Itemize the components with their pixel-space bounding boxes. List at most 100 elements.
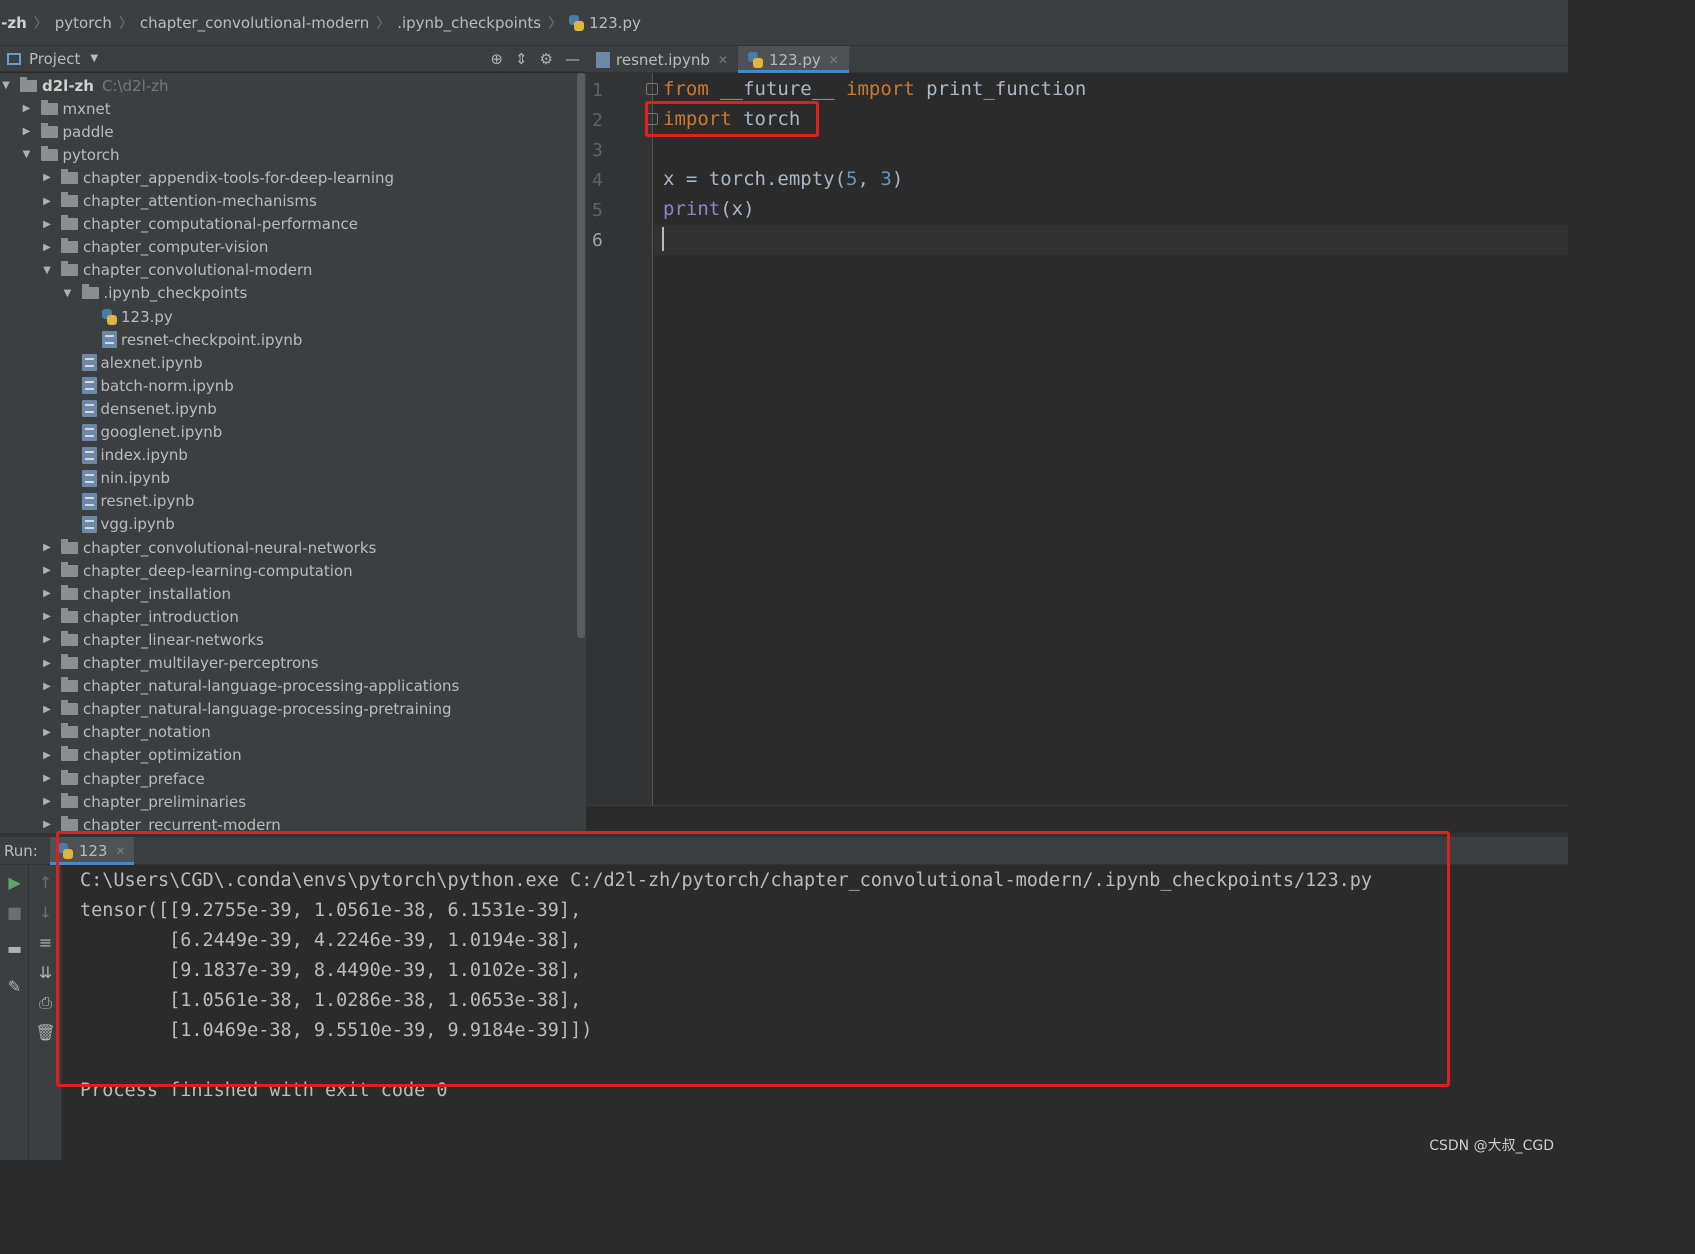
tree-folder[interactable]: ▶ mxnet	[21, 97, 111, 120]
close-icon[interactable]: ✕	[718, 53, 728, 67]
tree-folder[interactable]: ▶ chapter_optimization	[41, 744, 242, 767]
tree-file[interactable]: vgg.ipynb	[62, 513, 175, 536]
tree-folder[interactable]: ▶ chapter_natural-language-processing-pre…	[41, 698, 451, 721]
notebook-file-icon	[81, 400, 97, 418]
tab-123-py[interactable]: 123.py ✕	[737, 46, 849, 73]
tree-folder[interactable]: ▶ chapter_notation	[41, 721, 211, 744]
breadcrumb-item[interactable]: pytorch	[55, 14, 112, 32]
close-icon[interactable]: ✕	[829, 53, 839, 67]
tree-item-label: chapter_preliminaries	[83, 792, 247, 811]
expand-arrow-right-icon[interactable]: ▶	[41, 773, 53, 784]
tree-scrollbar[interactable]	[576, 73, 586, 833]
tree-item-label: chapter_convolutional-modern	[83, 261, 313, 280]
project-view-selector[interactable]: Project	[29, 50, 80, 68]
expand-arrow-right-icon[interactable]: ▶	[41, 634, 53, 645]
tree-folder[interactable]: ▶ chapter_natural-language-processing-app…	[41, 675, 459, 698]
python-file-icon	[102, 308, 117, 325]
tree-folder[interactable]: ▶ chapter_introduction	[41, 605, 239, 628]
tree-file[interactable]: resnet.ipynb	[62, 490, 194, 513]
notebook-file-icon	[81, 469, 97, 487]
tree-item-label: chapter_attention-mechanisms	[83, 192, 317, 210]
expand-arrow-down-icon[interactable]: ▼	[21, 149, 33, 160]
expand-arrow-down-icon[interactable]: ▼	[41, 265, 53, 276]
expand-arrow-right-icon[interactable]: ▶	[41, 658, 53, 669]
expand-arrow-down-icon[interactable]: ▼	[62, 288, 74, 299]
folder-icon	[61, 700, 78, 716]
tree-folder[interactable]: ▶ chapter_deep-learning-computation	[41, 559, 353, 582]
stop-icon[interactable]: ■	[0, 903, 29, 922]
tab-label: 123.py	[768, 50, 821, 69]
expand-arrow-right-icon[interactable]: ▶	[41, 727, 53, 738]
expand-arrow-right-icon[interactable]: ▶	[41, 704, 53, 715]
keyword: import	[846, 78, 915, 100]
tree-folder[interactable]: ▶ chapter_preliminaries	[41, 790, 246, 813]
folder-icon	[61, 168, 78, 184]
tree-item-label: mxnet	[62, 99, 111, 118]
expand-arrow-right-icon[interactable]: ▶	[41, 242, 53, 253]
hide-panel-icon[interactable]: —	[565, 50, 580, 68]
project-tree: ▼ d2l-zh C:\d2l-zh ▶ mxnet ▶ paddle ▼ pytorch ▶ ch…	[0, 73, 576, 833]
expand-arrow-right-icon[interactable]: ▶	[41, 681, 53, 692]
expand-arrow-right-icon[interactable]: ▶	[41, 588, 53, 599]
tree-file[interactable]: resnet-checkpoint.ipynb	[82, 328, 302, 351]
collapse-all-icon[interactable]: ⇕	[515, 50, 528, 68]
breadcrumb-item[interactable]: l-zh	[0, 14, 27, 32]
expand-arrow-right-icon[interactable]: ▶	[21, 103, 33, 114]
tree-folder[interactable]: ▼ pytorch	[21, 143, 120, 166]
caret-down-icon[interactable]: ▼	[90, 53, 98, 64]
tree-file[interactable]: batch-norm.ipynb	[62, 374, 234, 397]
tree-folder[interactable]: ▶ paddle	[21, 120, 114, 143]
breadcrumb-item-current[interactable]: 123.py	[569, 14, 641, 32]
tree-folder[interactable]: ▶ chapter_linear-networks	[41, 628, 264, 651]
tree-item-label: googlenet.ipynb	[100, 423, 223, 441]
tree-folder[interactable]: ▶ chapter_computational-performance	[41, 213, 358, 236]
expand-arrow-right-icon[interactable]: ▶	[41, 750, 53, 761]
expand-arrow-right-icon[interactable]: ▶	[41, 819, 53, 830]
folder-icon	[61, 815, 78, 831]
tree-folder[interactable]: ▶ chapter_multilayer-perceptrons	[41, 652, 318, 675]
chevron-right-icon: 〉	[376, 15, 391, 32]
gear-icon[interactable]: ⚙	[540, 50, 553, 68]
tree-folder[interactable]: ▶ chapter_computer-vision	[41, 236, 268, 259]
pin-icon[interactable]: ✎	[0, 977, 29, 996]
breadcrumb-item[interactable]: .ipynb_checkpoints	[397, 14, 541, 32]
notebook-file-icon	[81, 446, 97, 464]
expand-arrow-right-icon[interactable]: ▶	[41, 565, 53, 576]
code-line-1: from __future__ import print_function	[663, 78, 1086, 100]
tree-folder[interactable]: ▶ chapter_convolutional-neural-networks	[41, 536, 376, 559]
breadcrumb-item[interactable]: chapter_convolutional-modern	[140, 14, 369, 32]
tree-folder[interactable]: ▶ chapter_preface	[41, 767, 205, 790]
locate-icon[interactable]: ⊕	[490, 50, 503, 68]
expand-arrow-down-icon[interactable]: ▼	[0, 80, 12, 91]
tree-folder[interactable]: ▼ .ipynb_checkpoints	[62, 282, 247, 305]
expand-arrow-right-icon[interactable]: ▶	[21, 126, 33, 137]
annotation-highlight-box	[56, 831, 1450, 1087]
tree-folder[interactable]: ▶ chapter_attention-mechanisms	[41, 190, 317, 213]
tree-item-label: chapter_optimization	[83, 746, 242, 765]
expand-arrow-right-icon[interactable]: ▶	[41, 542, 53, 553]
tree-file[interactable]: index.ipynb	[62, 444, 188, 467]
tree-folder[interactable]: ▶ chapter_appendix-tools-for-deep-learnin…	[41, 166, 394, 189]
expand-arrow-right-icon[interactable]: ▶	[41, 796, 53, 807]
rerun-icon[interactable]: ▶	[0, 873, 29, 892]
tree-file[interactable]: nin.ipynb	[62, 467, 170, 490]
folder-icon	[61, 538, 78, 554]
current-line-highlight	[654, 225, 1568, 255]
tree-folder[interactable]: ▼ d2l-zh C:\d2l-zh	[0, 74, 169, 97]
tree-file[interactable]: densenet.ipynb	[62, 397, 217, 420]
tab-resnet-ipynb[interactable]: resnet.ipynb ✕	[586, 46, 738, 73]
tree-folder[interactable]: ▶ chapter_installation	[41, 582, 231, 605]
expand-arrow-right-icon[interactable]: ▶	[41, 196, 53, 207]
expand-arrow-right-icon[interactable]: ▶	[41, 611, 53, 622]
tree-file[interactable]: 123.py	[82, 305, 173, 328]
tree-file[interactable]: alexnet.ipynb	[62, 351, 203, 374]
editor-tab-bar: resnet.ipynb ✕ 123.py ✕	[586, 46, 1568, 73]
fold-marker-icon[interactable]	[646, 83, 658, 95]
expand-arrow-right-icon[interactable]: ▶	[41, 219, 53, 230]
tree-file[interactable]: googlenet.ipynb	[62, 421, 223, 444]
notebook-file-icon	[102, 331, 117, 349]
scrollbar-thumb[interactable]	[577, 73, 585, 638]
layout-icon[interactable]: ▬	[0, 939, 29, 958]
expand-arrow-right-icon[interactable]: ▶	[41, 172, 53, 183]
tree-folder[interactable]: ▼ chapter_convolutional-modern	[41, 259, 312, 282]
